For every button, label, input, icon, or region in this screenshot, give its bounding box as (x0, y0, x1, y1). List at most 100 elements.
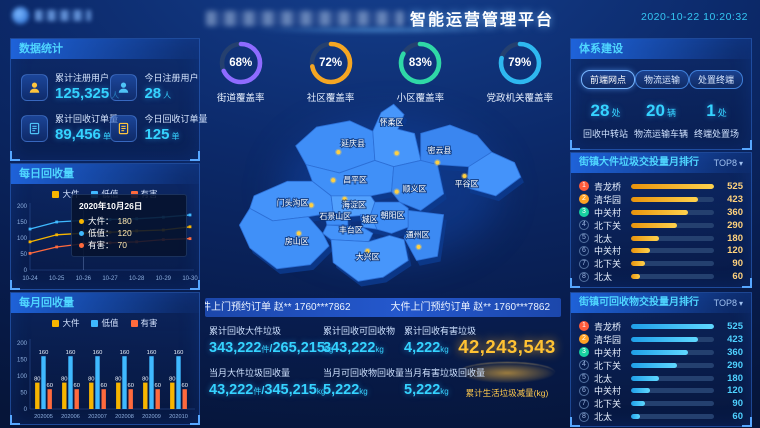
dashboard: 智能运营管理平台 2020-10-22 10:20:32 数据统计 累计注册用户… (0, 0, 760, 428)
ranking-row[interactable]: 8 北太 60 (579, 410, 743, 423)
map-district[interactable] (373, 104, 421, 167)
svg-text:0: 0 (24, 268, 28, 274)
map-point[interactable] (395, 190, 399, 194)
tooltip-row: 大件：180 (79, 215, 179, 227)
map-point[interactable] (417, 245, 421, 249)
datetime: 2020-10-22 10:20:32 (641, 11, 748, 23)
ranking-row[interactable]: 4 北下关 290 (579, 219, 743, 232)
ranking-row[interactable]: 4 北下关 290 (579, 359, 743, 372)
legend-item[interactable]: 有害 (131, 317, 158, 329)
rank-name: 北下关 (594, 257, 626, 270)
ranking-row[interactable]: 7 北下关 90 (579, 257, 743, 270)
panel-title: 体系建设 (579, 39, 623, 59)
rank-value: 525 (719, 181, 743, 192)
rank-name: 青龙桥 (594, 320, 626, 333)
ranking-row[interactable]: 3 中关村 360 (579, 206, 743, 219)
rank-value: 90 (719, 398, 743, 409)
ranking-row[interactable]: 6 中关村 120 (579, 244, 743, 257)
rank-value: 60 (719, 271, 743, 282)
svg-text:80: 80 (61, 377, 67, 383)
legend-item[interactable]: 大件 (52, 317, 79, 329)
rank-bar (631, 401, 714, 406)
rank-name: 青龙桥 (594, 180, 626, 193)
stat-label: 累计回收订单量 (55, 112, 118, 125)
rank-value: 423 (719, 334, 743, 345)
map-point[interactable] (435, 160, 439, 164)
district-label: 朝阳区 (381, 211, 405, 220)
rank-name: 中关村 (594, 244, 626, 257)
rank-name: 中关村 (594, 206, 626, 219)
top-filter-dropdown[interactable]: TOP8▾ (714, 153, 743, 174)
panel-title: 每日回收量 (19, 164, 74, 184)
ranking-row[interactable]: 5 北太 180 (579, 372, 743, 385)
ranking-row[interactable]: 8 北太 60 (579, 270, 743, 283)
summary-cell: 累计回收有害垃圾 4,222kg (404, 324, 476, 356)
user-icon (110, 74, 137, 101)
summary-cell: 累计回收大件垃圾 343,222件/265,215kg (209, 324, 333, 356)
svg-text:80: 80 (115, 377, 121, 383)
rank-badge: 7 (579, 259, 589, 269)
ranking-row[interactable]: 1 青龙桥 525 (579, 180, 743, 193)
ranking-list-recyclable: 1 青龙桥 525 2 清华园 423 3 中关村 360 4 北下关 290 … (571, 313, 751, 423)
svg-text:10-24: 10-24 (22, 276, 38, 282)
rank-value: 360 (719, 207, 743, 218)
tooltip-date: 2020年10月26日 (79, 200, 179, 212)
map-point[interactable] (462, 174, 466, 178)
legend-item[interactable]: 低值 (91, 317, 118, 329)
summary-value: 5,222kg (404, 382, 485, 398)
summary-value: 343,222kg (323, 340, 395, 356)
rank-badge: 6 (579, 246, 589, 256)
map-point[interactable] (395, 151, 399, 155)
system-tab[interactable]: 物流运输 (635, 70, 689, 89)
rank-bar (631, 184, 714, 189)
system-tab[interactable]: 前端网点 (581, 70, 635, 89)
map-point[interactable] (336, 150, 340, 154)
svg-text:202009: 202009 (142, 414, 161, 420)
rank-badge: 5 (579, 373, 589, 383)
district-label: 延庆县 (341, 138, 365, 148)
summary-label: 当月可回收物回收量 (323, 366, 404, 379)
ranking-list-large: 1 青龙桥 525 2 清华园 423 3 中关村 360 4 北下关 290 … (571, 173, 751, 283)
ranking-row[interactable]: 6 中关村 120 (579, 384, 743, 397)
ranking-row[interactable]: 7 北下关 90 (579, 397, 743, 410)
map-point[interactable] (297, 231, 301, 235)
map-point[interactable] (331, 178, 335, 182)
rank-badge: 5 (579, 233, 589, 243)
district-label: 门头沟区 (277, 197, 309, 207)
ranking-row[interactable]: 2 清华园 423 (579, 333, 743, 346)
system-tab[interactable]: 处置终端 (689, 70, 743, 89)
rank-badge: 8 (579, 272, 589, 282)
rank-value: 525 (719, 321, 743, 332)
rank-badge: 1 (579, 321, 589, 331)
top-filter-dropdown[interactable]: TOP8▾ (714, 293, 743, 314)
district-label: 房山区 (285, 236, 309, 246)
rank-bar (631, 248, 714, 253)
order-ticker: 大件上门预约订单 赵** 1760***7862 大件上门预约订单 赵** 17… (205, 298, 561, 317)
rank-bar (631, 337, 714, 342)
gauge-value: 72% (308, 40, 354, 86)
beijing-map[interactable]: 延庆县怀柔区密云县昌平区顺义区平谷区门头沟区海淀区石景山区城区朝阳区丰台区通州区… (213, 100, 543, 298)
panel-ranking-large: 街镇大件垃圾交投量月排行 TOP8▾ 1 青龙桥 525 2 清华园 423 3… (570, 152, 752, 288)
rank-bar (631, 376, 714, 381)
gauge-value: 79% (497, 40, 543, 86)
rank-value: 120 (719, 245, 743, 256)
svg-text:160: 160 (66, 350, 76, 356)
map-point[interactable] (309, 203, 313, 207)
stat-label: 今日回收订单量 (144, 112, 207, 125)
summary-cell: 当月可回收物回收量 5,222kg (323, 366, 404, 398)
chart-tooltip: 2020年10月26日大件：180低值：120有害：70 (71, 194, 187, 257)
rank-value: 423 (719, 194, 743, 205)
monthly-legend: 大件低值 有害 (11, 317, 199, 329)
header-glow (250, 26, 510, 34)
district-label: 大兴区 (356, 251, 380, 261)
summary-value: 43,222件/345,215kg (209, 382, 325, 398)
ranking-row[interactable]: 2 清华园 423 (579, 193, 743, 206)
ranking-row[interactable]: 3 中关村 360 (579, 346, 743, 359)
ranking-row[interactable]: 1 青龙桥 525 (579, 320, 743, 333)
stats-grid: 累计注册用户 125,325人 今日注册用户 28人 累计回收订单量 89,45… (11, 59, 199, 144)
chevron-down-icon: ▾ (739, 299, 743, 308)
rank-bar (631, 350, 714, 355)
ranking-row[interactable]: 5 北太 180 (579, 232, 743, 245)
tooltip-row: 低值：120 (79, 227, 179, 239)
rank-name: 清华园 (594, 193, 626, 206)
